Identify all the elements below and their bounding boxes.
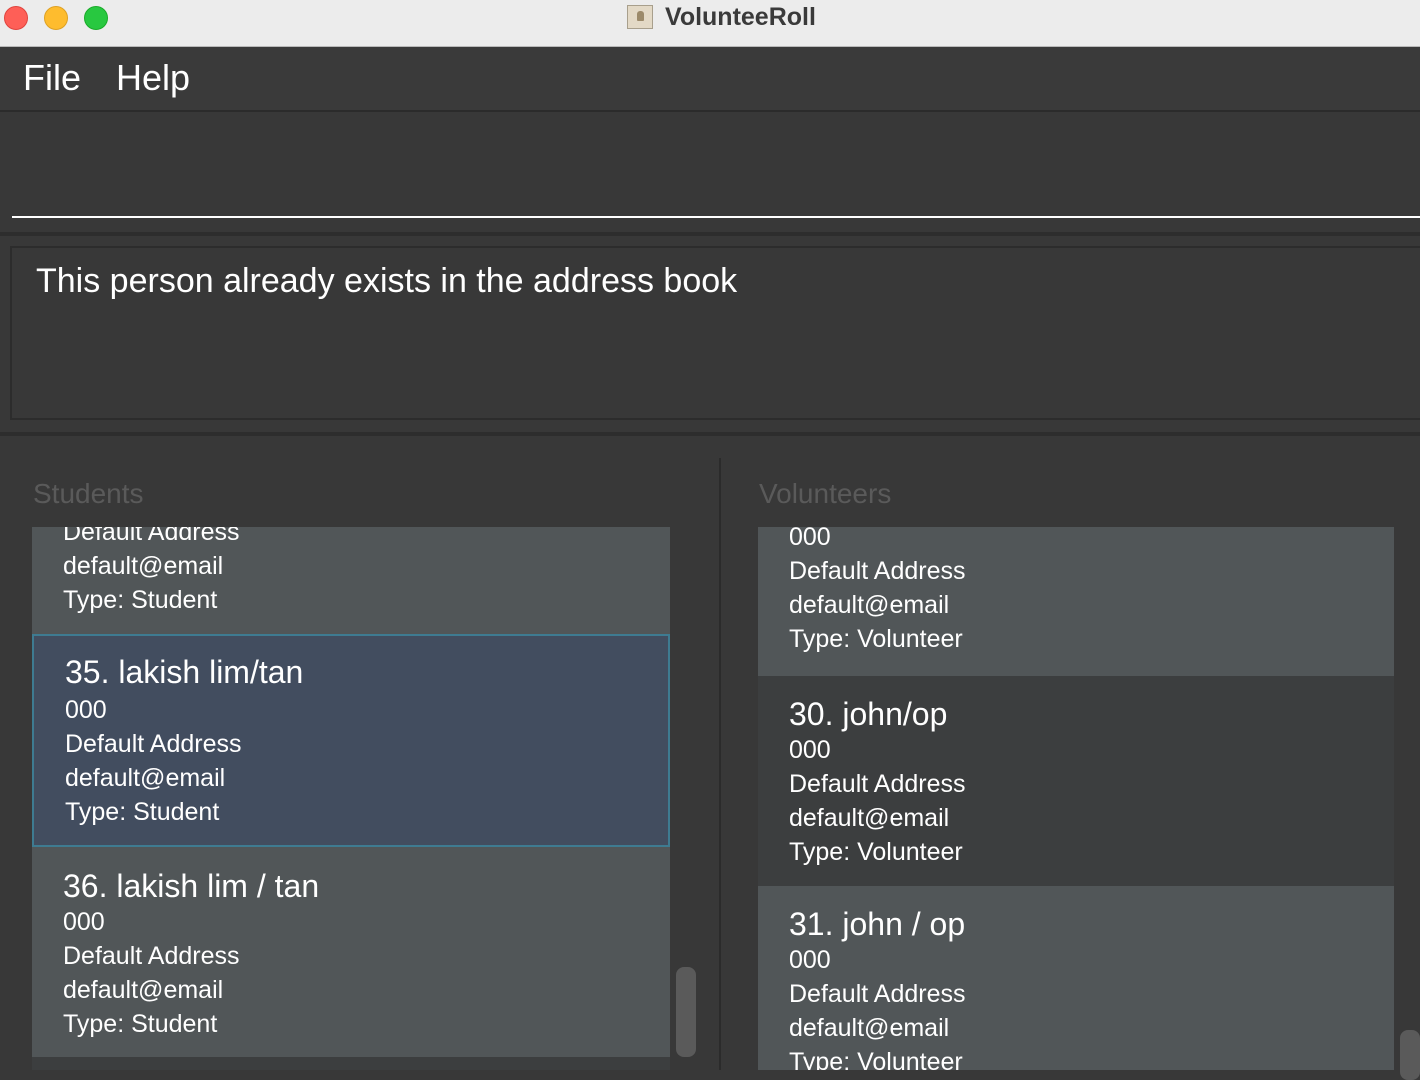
student-phone: 000 <box>65 696 107 724</box>
volunteer-phone: 000 <box>789 946 831 974</box>
maximize-window-button[interactable] <box>84 6 108 30</box>
student-card[interactable] <box>32 1057 670 1070</box>
volunteer-type: Type: Volunteer <box>789 838 963 866</box>
volunteer-address: Default Address <box>789 980 966 1008</box>
student-type: Type: Student <box>63 586 218 614</box>
app-icon <box>627 5 653 29</box>
volunteer-name: 31. john / op <box>789 906 966 942</box>
student-card[interactable]: Default Address default@email Type: Stud… <box>32 527 670 634</box>
student-email: default@email <box>63 552 224 580</box>
volunteer-type: Type: Volunteer <box>789 1048 963 1070</box>
title-bar: VolunteeRoll <box>0 0 1420 47</box>
student-address: Default Address <box>63 942 240 970</box>
volunteers-scrollbar-thumb[interactable] <box>1400 1030 1420 1080</box>
minimize-window-button[interactable] <box>44 6 68 30</box>
student-phone: 000 <box>63 908 105 936</box>
student-address: Default Address <box>63 527 240 546</box>
volunteer-address: Default Address <box>789 770 966 798</box>
student-card-selected[interactable]: 35. lakish lim/tan 000 Default Address d… <box>32 634 670 847</box>
volunteer-address: Default Address <box>789 557 966 585</box>
result-message: This person already exists in the addres… <box>36 262 738 300</box>
volunteer-email: default@email <box>789 1014 950 1042</box>
students-scrollbar-thumb[interactable] <box>676 967 696 1057</box>
window-title: VolunteeRoll <box>665 3 816 31</box>
students-list[interactable]: Default Address default@email Type: Stud… <box>32 527 670 1070</box>
divider <box>0 232 1420 236</box>
student-name: 36. lakish lim / tan <box>63 868 320 904</box>
student-address: Default Address <box>65 730 242 758</box>
close-window-button[interactable] <box>4 6 28 30</box>
student-type: Type: Student <box>65 798 220 826</box>
volunteer-card[interactable]: 31. john / op 000 Default Address defaul… <box>758 886 1394 1070</box>
volunteers-list[interactable]: 000 Default Address default@email Type: … <box>758 527 1394 1070</box>
volunteer-phone: 000 <box>789 527 831 551</box>
command-input[interactable] <box>12 112 1420 218</box>
volunteer-phone: 000 <box>789 736 831 764</box>
menu-bar: File Help <box>0 47 1420 112</box>
student-email: default@email <box>65 764 226 792</box>
student-type: Type: Student <box>63 1010 218 1038</box>
student-email: default@email <box>63 976 224 1004</box>
volunteer-name: 30. john/op <box>789 696 948 732</box>
students-panel-title: Students <box>33 478 144 509</box>
volunteer-card[interactable]: 000 Default Address default@email Type: … <box>758 527 1394 676</box>
volunteer-email: default@email <box>789 804 950 832</box>
volunteer-email: default@email <box>789 591 950 619</box>
menu-file[interactable]: File <box>23 57 81 99</box>
student-card[interactable]: 36. lakish lim / tan 000 Default Address… <box>32 847 670 1057</box>
menu-help[interactable]: Help <box>116 57 190 99</box>
result-display: This person already exists in the addres… <box>10 246 1420 420</box>
student-name: 35. lakish lim/tan <box>65 654 304 690</box>
volunteer-type: Type: Volunteer <box>789 625 963 653</box>
volunteer-card[interactable]: 30. john/op 000 Default Address default@… <box>758 676 1394 886</box>
volunteers-panel-title: Volunteers <box>759 478 892 509</box>
command-box <box>0 112 1420 232</box>
panel-divider[interactable] <box>719 458 721 1070</box>
